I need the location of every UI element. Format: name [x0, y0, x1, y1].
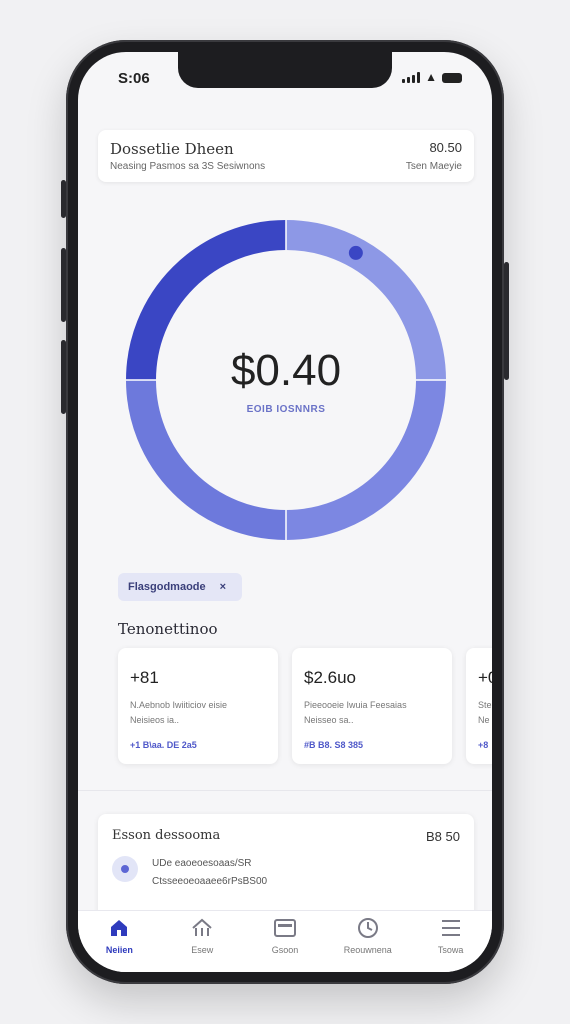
volume-up-button — [61, 248, 66, 322]
stat-description: Pieeooeie Iwuia Feesaias Neisseo sa.. — [304, 698, 442, 728]
tab-label: Gsoon — [271, 945, 299, 955]
stat-meta: +1 B\aa. DE 2a5 — [130, 740, 197, 750]
screen: S:06 ▲ Dossetlie Dheen Neasing Pasmos sa… — [78, 52, 492, 972]
divider — [78, 790, 492, 791]
tab-cards[interactable]: Gsoon — [244, 911, 327, 972]
stat-meta: #B B8. S8 385 — [304, 740, 364, 750]
stat-desc-line: Neisseo sa.. — [304, 715, 354, 725]
status-icons: ▲ — [402, 70, 462, 84]
stat-desc-line: Neisieos ia.. — [130, 715, 180, 725]
signal-icon — [402, 72, 421, 83]
filter-chip[interactable]: Flasgodmaode × — [118, 573, 242, 601]
mute-switch — [61, 180, 66, 218]
close-icon[interactable]: × — [220, 581, 226, 593]
tab-label: Reouwnena — [343, 945, 392, 955]
status-time: S:06 — [118, 70, 150, 87]
wifi-icon: ▲ — [425, 70, 437, 84]
stat-meta: +8 — [478, 740, 489, 750]
stat-card[interactable]: $2.6uo Pieeooeie Iwuia Feesaias Neisseo … — [292, 648, 452, 764]
summary-note: Tsen Maeyie — [405, 161, 462, 172]
tab-more[interactable]: Tsowa — [409, 911, 492, 972]
volume-down-button — [61, 340, 66, 414]
transaction-card[interactable]: Esson dessooma B8 50 UDe eaoeoesoaas/SR … — [98, 814, 474, 924]
transaction-line: UDe eaoeoesoaas/SR — [152, 858, 252, 869]
donut-segment — [126, 379, 287, 540]
clock-icon — [357, 917, 379, 939]
stat-description: Ste Ne — [478, 698, 492, 728]
summary-title: Dossetlie Dheen — [110, 140, 234, 158]
stat-description: N.Aebnob Iwiiticiov eisie Neisieos ia.. — [130, 698, 268, 728]
donut-label: EOIB IOSNNRS — [246, 404, 326, 415]
section-title: Tenonettinoo — [118, 620, 218, 638]
summary-subtitle: Neasing Pasmos sa 3S Sesiwnons — [110, 161, 266, 172]
tab-label: Esew — [191, 945, 214, 955]
stat-desc-line: N.Aebnob Iwiiticiov eisie — [130, 700, 228, 710]
tab-history[interactable]: Reouwnena — [326, 911, 409, 972]
summary-card[interactable]: Dossetlie Dheen Neasing Pasmos sa 3S Ses… — [98, 130, 474, 182]
tab-label: Tsowa — [437, 945, 464, 955]
menu-icon — [441, 917, 461, 939]
tab-label: Neiien — [105, 945, 133, 955]
card-icon — [273, 917, 296, 939]
stat-card[interactable]: +81 N.Aebnob Iwiiticiov eisie Neisieos i… — [118, 648, 278, 764]
transaction-icon — [112, 856, 138, 882]
power-button — [504, 262, 509, 380]
stat-desc-line: Ne — [478, 715, 490, 725]
stat-desc-line: Pieeooeie Iwuia Feesaias — [304, 700, 407, 710]
donut-value: $0.40 — [230, 346, 342, 395]
stat-value: +0 — [478, 668, 492, 687]
transaction-line: Ctsseeoeoaaee6rPsBS00 — [152, 876, 268, 887]
stat-desc-line: Ste — [478, 700, 492, 710]
tab-stats[interactable]: Esew — [161, 911, 244, 972]
tab-bar: Neiien Esew Gsoon Reouwnena Tsowa — [78, 910, 492, 972]
transaction-amount: B8 50 — [426, 829, 460, 844]
donut-segment — [285, 379, 446, 540]
transaction-title: Esson dessooma — [112, 828, 221, 843]
donut-chart: $0.40 EOIB IOSNNRS — [124, 218, 448, 542]
notch — [178, 52, 392, 88]
home-icon — [109, 917, 129, 939]
stat-value: $2.6uo — [304, 668, 356, 687]
stat-value: +81 — [130, 668, 159, 687]
donut-knob[interactable] — [348, 245, 363, 260]
chart-icon — [191, 917, 213, 939]
battery-icon — [442, 72, 462, 83]
filter-chip-label: Flasgodmaode — [128, 581, 206, 593]
tab-home[interactable]: Neiien — [78, 911, 161, 972]
summary-amount: 80.50 — [429, 140, 462, 155]
stat-card[interactable]: +0 Ste Ne +8 — [466, 648, 492, 764]
